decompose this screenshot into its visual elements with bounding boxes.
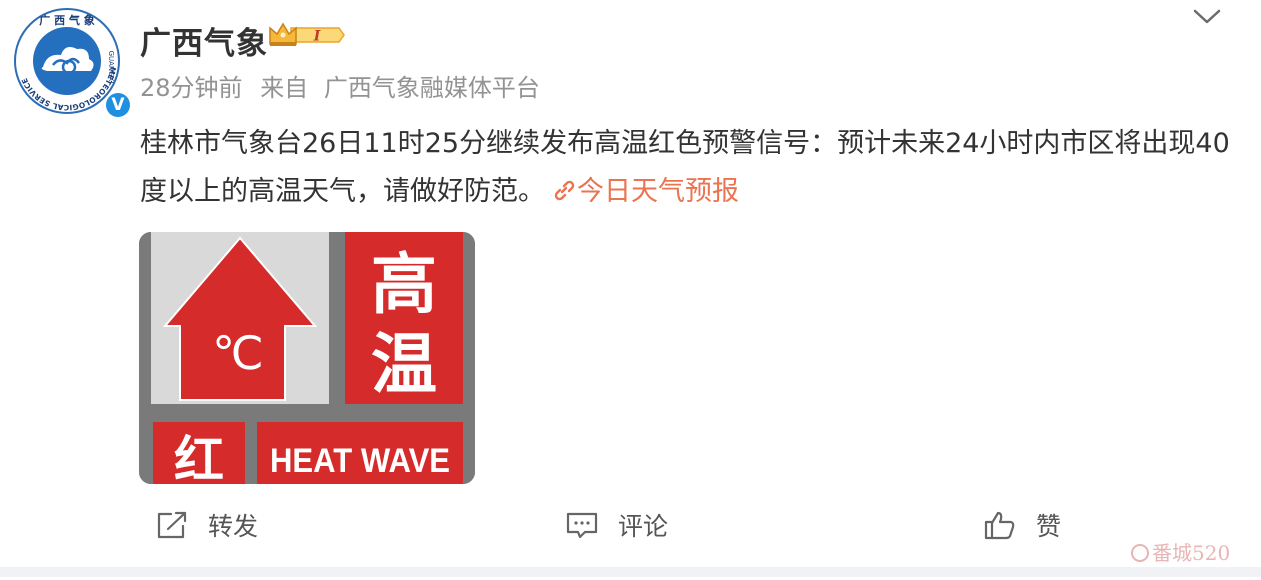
avatar-top-text: 广 西 气 象 — [39, 13, 95, 27]
bottom-divider — [0, 567, 1261, 577]
chevron-down-icon — [1193, 9, 1221, 24]
weather-forecast-link[interactable]: 今日天气预报 — [545, 176, 739, 207]
repost-button[interactable]: 转发 — [156, 505, 258, 545]
avatar-right-text: GUANGXI — [107, 51, 115, 84]
warning-title-line1: 高 — [371, 246, 437, 323]
comment-icon — [566, 512, 598, 539]
post-meta: 28分钟前 来自 广西气象融媒体平台 — [140, 68, 550, 103]
heat-warning-image[interactable]: ℃ 高 温 红 HEAT WAVE — [139, 232, 475, 484]
vip-badge[interactable]: I — [267, 20, 345, 50]
warning-english: HEAT WAVE — [270, 442, 450, 480]
heat-warning-signal: ℃ 高 温 红 HEAT WAVE — [139, 232, 475, 484]
thumbs-up-icon — [984, 511, 1015, 540]
post-time[interactable]: 28分钟前 — [140, 74, 243, 102]
vip-level: I — [313, 29, 321, 45]
warning-title-line2: 温 — [371, 326, 437, 403]
watermark-brand: 番城520 — [1152, 541, 1230, 565]
like-label: 赞 — [1036, 512, 1062, 541]
comment-label: 评论 — [618, 512, 669, 541]
verified-icon: V — [106, 93, 130, 117]
like-button[interactable]: 赞 — [984, 505, 1061, 545]
source-prefix: 来自 — [260, 74, 309, 102]
post-source[interactable]: 广西气象融媒体平台 — [324, 74, 540, 102]
post-text: 桂林市气象台26日11时25分继续发布高温红色预警信号：预计未来24小时内市区将… — [140, 120, 1230, 216]
warning-level: 红 — [174, 431, 224, 484]
more-options-button[interactable] — [1190, 5, 1224, 27]
avatar[interactable]: METEOROLOGICAL SERVICE 广 西 气 象 GUANGXI V — [13, 7, 132, 119]
link-icon — [554, 180, 575, 201]
verified-badge: V — [104, 91, 132, 119]
link-label: 今日天气预报 — [577, 176, 739, 207]
crown-icon: I — [269, 22, 345, 46]
username[interactable]: 广西气象 — [140, 18, 268, 63]
repost-icon — [157, 511, 187, 539]
repost-label: 转发 — [208, 512, 259, 541]
comment-button[interactable]: 评论 — [566, 505, 668, 545]
celsius-symbol: ℃ — [212, 326, 264, 380]
